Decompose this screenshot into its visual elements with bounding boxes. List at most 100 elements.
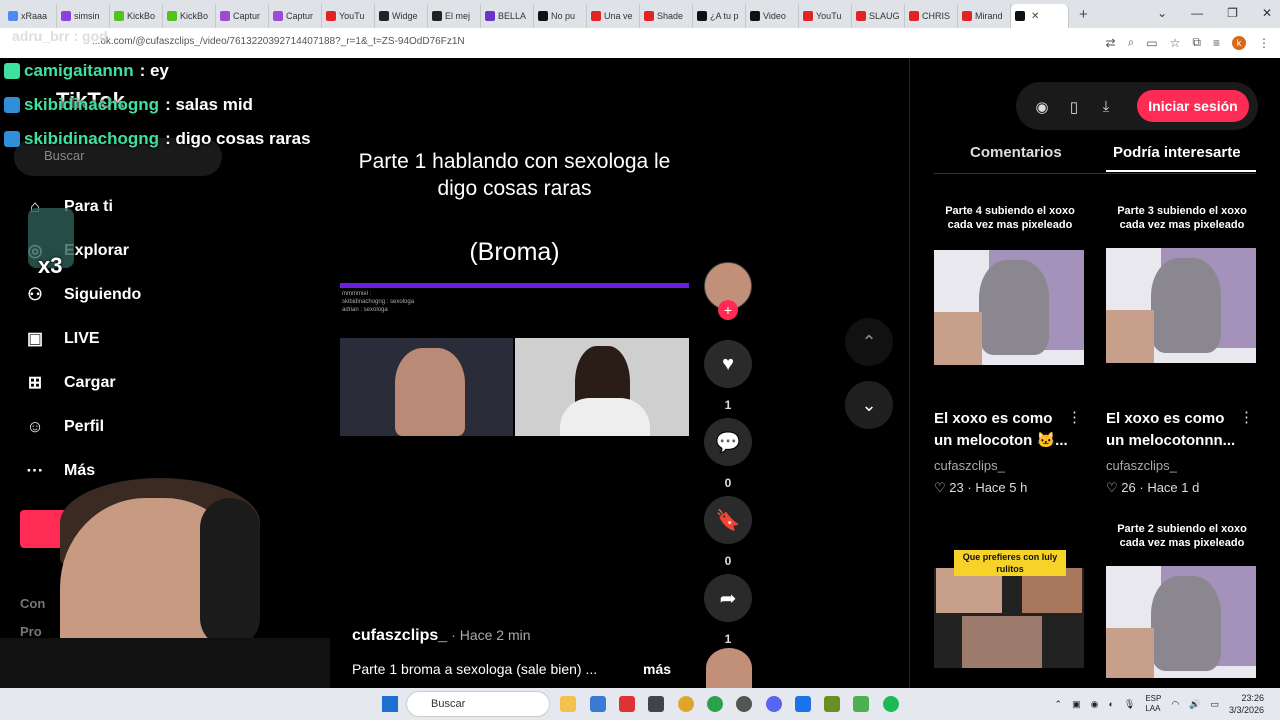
tray-app-icon[interactable]: ▣ bbox=[1072, 699, 1081, 710]
share-button[interactable]: ➦ 1 bbox=[704, 574, 752, 646]
mic-icon[interactable]: 🎙 bbox=[1124, 699, 1135, 710]
tray-chevron-icon[interactable]: ⌃ bbox=[1055, 699, 1063, 710]
next-video-button[interactable]: ⌄ bbox=[845, 381, 893, 429]
spotify-icon[interactable] bbox=[883, 696, 899, 712]
browser-tab[interactable]: ✕ bbox=[1011, 4, 1069, 28]
author-name[interactable]: cufaszclips_ bbox=[352, 627, 447, 644]
video-card[interactable]: Parte 2 subiendo el xoxo cada vez mas pi… bbox=[1106, 522, 1258, 682]
follow-plus-icon[interactable]: + bbox=[718, 300, 738, 320]
browser-tab[interactable]: YouTu bbox=[322, 4, 375, 28]
tab-comments[interactable]: Comentarios bbox=[970, 144, 1062, 161]
language-indicator[interactable]: ESP LAA bbox=[1145, 694, 1161, 714]
clock[interactable]: 23:26 3/3/2026 bbox=[1229, 692, 1264, 716]
tab-close-icon[interactable]: ✕ bbox=[1031, 11, 1039, 22]
video-author[interactable]: cufaszclips_ · Hace 2 min bbox=[352, 627, 531, 645]
video-thumbnail[interactable] bbox=[1106, 248, 1256, 363]
menu-dots-icon[interactable]: ⋮ bbox=[1258, 36, 1270, 50]
profile-avatar[interactable]: k bbox=[1232, 35, 1246, 50]
video-caption-title: Parte 1 hablando con sexologa le digo co… bbox=[358, 150, 671, 200]
browser-tab[interactable]: No pu bbox=[534, 4, 587, 28]
browser-tab[interactable]: Mirand bbox=[958, 4, 1011, 28]
comment-button[interactable]: 💬 0 bbox=[704, 418, 752, 490]
video-thumbnail[interactable] bbox=[1106, 566, 1256, 678]
game-icon[interactable] bbox=[824, 696, 840, 712]
restore-button[interactable]: ❐ bbox=[1227, 6, 1238, 20]
browser-tab[interactable]: Widge bbox=[375, 4, 428, 28]
close-window-button[interactable]: ✕ bbox=[1262, 6, 1272, 20]
wifi-icon[interactable]: ◠ bbox=[1171, 699, 1179, 710]
video-player[interactable]: Parte 1 hablando con sexologa le digo co… bbox=[340, 148, 689, 688]
next-author-avatar[interactable] bbox=[706, 648, 752, 688]
card-more-icon[interactable]: ⋮ bbox=[1067, 408, 1082, 426]
video-card[interactable]: Parte 4 subiendo el xoxo cada vez mas pi… bbox=[934, 204, 1086, 504]
sidebar-item[interactable]: ⚇ Siguiendo bbox=[22, 284, 141, 306]
new-tab-button[interactable]: + bbox=[1079, 6, 1088, 23]
file-explorer-icon[interactable] bbox=[560, 696, 576, 712]
browser-tab[interactable]: YouTu bbox=[799, 4, 852, 28]
comment-icon[interactable]: 💬 bbox=[704, 418, 752, 466]
browser-tab[interactable]: Video bbox=[746, 4, 799, 28]
tray-app-icon[interactable]: ◐ bbox=[1108, 699, 1113, 709]
browser-tab[interactable]: Captur bbox=[216, 4, 269, 28]
browser-tab[interactable]: El mej bbox=[428, 4, 481, 28]
app-icon[interactable] bbox=[590, 696, 606, 712]
taskbar-search[interactable]: Buscar bbox=[406, 691, 550, 717]
browser-tab[interactable]: CHRIS bbox=[905, 4, 958, 28]
browser-tab[interactable]: SLAUG bbox=[852, 4, 905, 28]
discord-icon[interactable] bbox=[766, 696, 782, 712]
phone-icon[interactable]: ▯ bbox=[1063, 98, 1085, 118]
chrome-icon[interactable] bbox=[707, 696, 723, 712]
download-icon[interactable]: ⤓ bbox=[1095, 98, 1117, 118]
more-link[interactable]: más bbox=[643, 661, 671, 677]
volume-icon[interactable]: 🔊 bbox=[1189, 699, 1200, 710]
card-more-icon[interactable]: ⋮ bbox=[1239, 408, 1254, 426]
sidebar-item[interactable]: ▣ LIVE bbox=[22, 328, 100, 350]
card-title[interactable]: El xoxo es como un melocoton 🐱... bbox=[934, 408, 1069, 452]
tray-app-icon[interactable]: ◉ bbox=[1091, 699, 1099, 710]
share-icon[interactable]: ➦ bbox=[704, 574, 752, 622]
video-thumbnail[interactable] bbox=[934, 568, 1084, 668]
card-user[interactable]: cufaszclips_ bbox=[1106, 458, 1177, 473]
browser-tab[interactable]: Captur bbox=[269, 4, 322, 28]
browser-tab[interactable]: Shade bbox=[640, 4, 693, 28]
browser-tab[interactable]: KickBo bbox=[110, 4, 163, 28]
bookmark-star-icon[interactable]: ☆ bbox=[1170, 36, 1181, 50]
cast-icon[interactable]: ▭ bbox=[1146, 36, 1157, 50]
sidebar-item[interactable]: ⊞ Cargar bbox=[22, 372, 116, 394]
save-button[interactable]: 🔖 0 bbox=[704, 496, 752, 568]
notepad-icon[interactable] bbox=[795, 696, 811, 712]
video-card[interactable]: Que prefieres con luly rulitos bbox=[934, 550, 1086, 670]
card-title[interactable]: El xoxo es como un melocotonnn... bbox=[1106, 408, 1241, 452]
like-icon[interactable]: ♥ bbox=[704, 340, 752, 388]
minecraft-icon[interactable] bbox=[853, 696, 869, 712]
reading-list-icon[interactable]: ≡ bbox=[1213, 36, 1220, 50]
card-user[interactable]: cufaszclips_ bbox=[934, 458, 1005, 473]
zoom-icon[interactable]: ⌕ bbox=[1128, 35, 1135, 50]
video-card[interactable]: Parte 3 subiendo el xoxo cada vez mas pi… bbox=[1106, 204, 1258, 504]
previous-video-button[interactable]: ⌃ bbox=[845, 318, 893, 366]
browser-tab[interactable]: xRaaa bbox=[4, 4, 57, 28]
chrome-icon[interactable] bbox=[678, 696, 694, 712]
url-text[interactable]: ...ok.com/@cufaszclips_/video/7613220392… bbox=[92, 36, 465, 47]
save-icon[interactable]: 🔖 bbox=[704, 496, 752, 544]
like-button[interactable]: ♥ 1 bbox=[704, 340, 752, 412]
translate-icon[interactable]: ⇄ bbox=[1106, 36, 1116, 50]
app-icon[interactable] bbox=[619, 696, 635, 712]
browser-tab[interactable]: KickBo bbox=[163, 4, 216, 28]
sidebar-item[interactable]: ☺ Perfil bbox=[22, 416, 104, 438]
browser-tab[interactable]: Una ve bbox=[587, 4, 640, 28]
browser-tab[interactable]: ¿A tu p bbox=[693, 4, 746, 28]
extensions-icon[interactable]: ⧉ bbox=[1192, 35, 1201, 50]
store-icon[interactable] bbox=[648, 696, 664, 712]
tab-search-button[interactable]: ⌄ bbox=[1157, 6, 1167, 20]
login-button[interactable]: Iniciar sesión bbox=[1137, 90, 1249, 122]
coin-icon[interactable]: ◉ bbox=[1031, 98, 1053, 118]
tab-recommended[interactable]: Podría interesarte bbox=[1113, 144, 1241, 161]
windows-start-icon[interactable] bbox=[382, 696, 398, 712]
minimize-button[interactable]: — bbox=[1191, 6, 1203, 20]
battery-icon[interactable]: ▭ bbox=[1210, 699, 1219, 710]
browser-tab[interactable]: BELLA bbox=[481, 4, 534, 28]
obs-icon[interactable] bbox=[736, 696, 752, 712]
browser-tab[interactable]: simsin bbox=[57, 4, 110, 28]
video-thumbnail[interactable] bbox=[934, 250, 1084, 365]
